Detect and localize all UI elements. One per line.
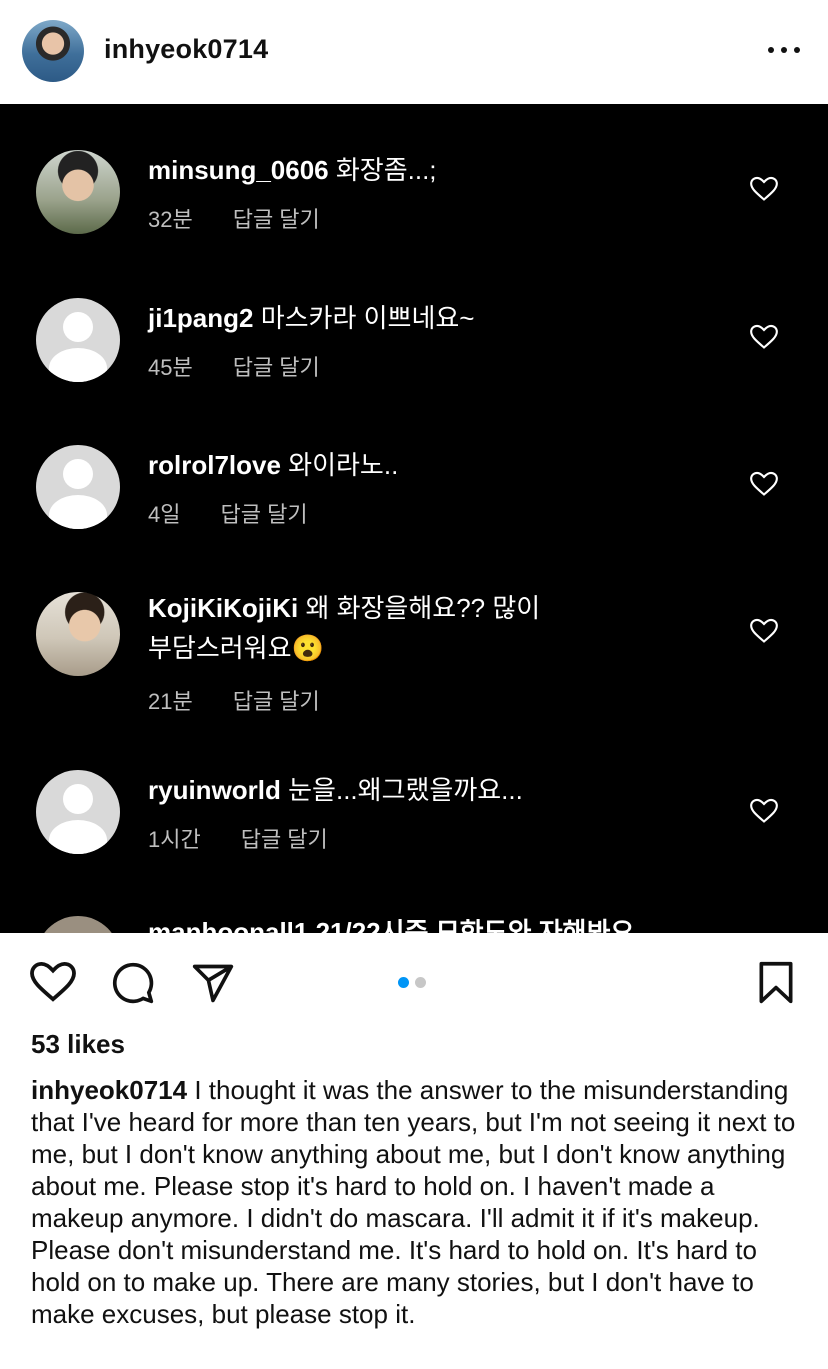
comment-time: 45분 (148, 355, 193, 380)
comment-meta: 45분 답글 달기 (148, 350, 320, 382)
comment-avatar (36, 916, 120, 933)
bookmark-icon[interactable] (756, 961, 796, 1005)
post-caption: inhyeok0714 I thought it was the answer … (31, 1074, 801, 1330)
reply-button[interactable]: 답글 달기 (233, 689, 320, 714)
post-image[interactable]: minsung_0606 화장좀...; 32분 답글 달기 ji1pang2 마… (0, 104, 828, 933)
carousel-dot (415, 977, 426, 988)
comment-meta: 1시간 답글 달기 (148, 822, 328, 854)
comment-username[interactable]: ji1pang2 (148, 303, 253, 333)
reply-button[interactable]: 답글 달기 (220, 502, 307, 527)
comment-time: 4일 (148, 502, 181, 527)
more-options-icon[interactable] (768, 40, 800, 60)
comment-username[interactable]: KojiKiKojiKi (148, 593, 298, 623)
send-icon[interactable] (190, 961, 236, 1005)
comment-text: minsung_0606 화장좀...; (148, 150, 718, 190)
comment-avatar[interactable] (36, 592, 120, 676)
heart-icon[interactable] (750, 798, 778, 824)
comment-meta: 32분 답글 달기 (148, 202, 320, 234)
comment-meta: 4일 답글 달기 (148, 497, 308, 529)
heart-icon[interactable] (30, 961, 76, 1003)
comment-text: rolrol7love 와이라노.. (148, 445, 718, 485)
caption-text: I thought it was the answer to the misun… (31, 1075, 796, 1329)
comment-username[interactable]: minsung_0606 (148, 155, 329, 185)
heart-icon[interactable] (750, 471, 778, 497)
comment-body: 마스카라 이쁘네요~ (260, 303, 475, 333)
comment-avatar[interactable] (36, 298, 120, 382)
reply-button[interactable]: 답글 달기 (233, 355, 320, 380)
comment-icon[interactable] (110, 961, 156, 1005)
carousel-indicator (398, 975, 432, 993)
profile-avatar[interactable] (22, 20, 84, 82)
heart-icon[interactable] (750, 176, 778, 202)
comment-avatar[interactable] (36, 445, 120, 529)
comment-text: ryuinworld 눈을...왜그랬을까요... (148, 770, 718, 810)
heart-icon[interactable] (750, 324, 778, 350)
comment-time: 21분 (148, 689, 193, 714)
comment-time: 1시간 (148, 827, 201, 852)
reply-button[interactable]: 답글 달기 (241, 827, 328, 852)
comment-avatar[interactable] (36, 770, 120, 854)
comment-username[interactable]: rolrol7love (148, 450, 281, 480)
cut-comment-text: manhoonall1 21/22시즌 모한도와 자해봐요 (148, 917, 635, 933)
likes-count[interactable]: 53 likes (31, 1029, 125, 1060)
comment-avatar[interactable] (36, 150, 120, 234)
comment-text: KojiKiKojiKi 왜 화장을해요?? 많이 부담스러워요😮 (148, 588, 568, 668)
carousel-dot-active (398, 977, 409, 988)
comment-body: 눈을...왜그랬을까요... (288, 775, 523, 805)
comment-meta: 21분 답글 달기 (148, 684, 320, 716)
caption-username[interactable]: inhyeok0714 (31, 1075, 187, 1105)
comment-username[interactable]: ryuinworld (148, 775, 281, 805)
reply-button[interactable]: 답글 달기 (233, 207, 320, 232)
comment-text: ji1pang2 마스카라 이쁘네요~ (148, 298, 718, 338)
comment-time: 32분 (148, 207, 193, 232)
post-username[interactable]: inhyeok0714 (104, 34, 268, 65)
heart-icon[interactable] (750, 618, 778, 644)
comment-body: 와이라노.. (288, 450, 399, 480)
action-bar (0, 933, 828, 1033)
comment-body: 화장좀...; (335, 155, 437, 185)
post-header: inhyeok0714 (0, 0, 828, 104)
